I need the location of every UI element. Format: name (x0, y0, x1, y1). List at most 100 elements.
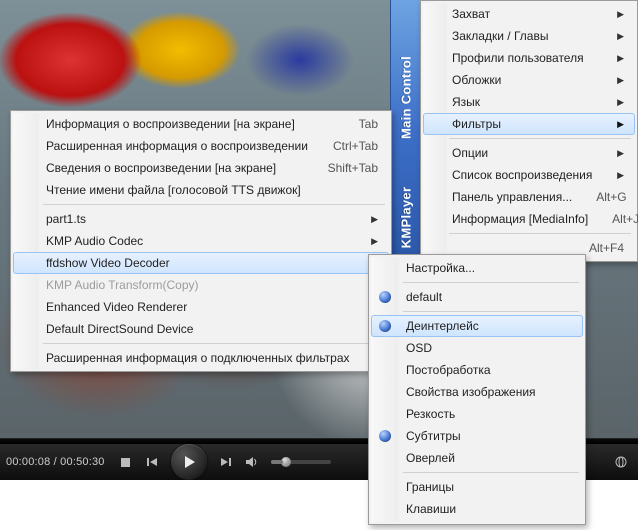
menu-item-сведения-о-воспроизведении-на-экране[interactable]: Сведения о воспроизведении [на экране] Sh… (13, 157, 389, 179)
viewport: 00:00:08 / 00:50:30 KMPlayer Main Contro… (0, 0, 638, 530)
submenu-arrow-icon: ▶ (617, 148, 624, 159)
menu-item-label: Расширенная информация о подключенных фи… (46, 351, 350, 365)
menu-item-границы[interactable]: Границы (371, 476, 583, 498)
menu-item-обложки[interactable]: Обложки ▶ (423, 69, 635, 91)
vert-label-main-control: Main Control (399, 56, 414, 139)
menu-item-список-воспроизведения[interactable]: Список воспроизведения ▶ (423, 164, 635, 186)
menu-item-фильтры[interactable]: Фильтры ▶ (423, 113, 635, 135)
radio-selected-icon (379, 320, 391, 332)
prev-button[interactable] (143, 453, 161, 471)
menu-item-постобработка[interactable]: Постобработка (371, 359, 583, 381)
menu-separator (403, 308, 583, 315)
menu-item-опции[interactable]: Опции▶ (423, 142, 635, 164)
menu-item-label: KMP Audio Codec (46, 234, 143, 248)
menu-item-клавиши[interactable]: Клавиши (371, 498, 583, 520)
menu-item-shortcut: Alt+J (612, 212, 638, 226)
play-button[interactable] (171, 444, 207, 480)
menu-item-label: Постобработка (406, 363, 491, 377)
menu-item-label: Клавиши (406, 502, 456, 516)
menu-item-label: Настройка... (406, 261, 475, 275)
menu-item-osd[interactable]: OSD (371, 337, 583, 359)
time-display: 00:00:08 / 00:50:30 (6, 456, 105, 468)
menu-item-shortcut: Alt+F4 (589, 241, 624, 255)
menu-item-деинтерлейс[interactable]: Деинтерлейс (371, 315, 583, 337)
menu-item-kmp-audio-codec[interactable]: KMP Audio Codec ▶ (13, 230, 389, 252)
menu-item-label: Закладки / Главы (452, 29, 548, 43)
menu-item-label: Свойства изображения (406, 385, 536, 399)
menu-item-панель-управления[interactable]: Панель управления... Alt+G (423, 186, 635, 208)
menu-item-label: Enhanced Video Renderer (46, 300, 187, 314)
context-menu-ffdshow[interactable]: Настройка... default Деинтерлейс OSD Постобр… (368, 254, 586, 525)
menu-item-расширенная-информация-о-воспроизведении[interactable]: Расширенная информация о воспроизведении… (13, 135, 389, 157)
menu-item-label: Резкость (406, 407, 455, 421)
menu-item-label: Информация о воспроизведении [на экране] (46, 117, 295, 131)
menu-item-свойства-изображения[interactable]: Свойства изображения (371, 381, 583, 403)
submenu-arrow-icon: ▶ (617, 31, 624, 42)
context-menu-filters-info[interactable]: Информация о воспроизведении [на экране]… (10, 110, 392, 372)
menu-item-label: Панель управления... (452, 190, 572, 204)
menu-item-чтение-имени-файла-голосовой-tts-движок[interactable]: Чтение имени файла [голосовой TTS движок… (13, 179, 389, 201)
menu-item-ffdshow-video-decoder[interactable]: ffdshow Video Decoder▶ (13, 252, 389, 274)
menu-item-part1-ts[interactable]: part1.ts ▶ (13, 208, 389, 230)
menu-item-label: Сведения о воспроизведении [на экране] (46, 161, 276, 175)
menu-item-label: ffdshow Video Decoder (46, 256, 170, 270)
radio-selected-icon (379, 291, 391, 303)
menu-item-label: Профили пользователя (452, 51, 584, 65)
menu-item-shortcut: Shift+Tab (328, 161, 378, 175)
vert-label-kmplayer: KMPlayer (399, 187, 414, 249)
submenu-arrow-icon: ▶ (617, 119, 624, 130)
menu-separator (43, 201, 389, 208)
submenu-arrow-icon: ▶ (617, 75, 624, 86)
submenu-arrow-icon: ▶ (371, 214, 378, 225)
menu-item-shortcut: Tab (359, 117, 378, 131)
radio-selected-icon (379, 430, 391, 442)
menu-item-захват[interactable]: Захват▶ (423, 3, 635, 25)
submenu-arrow-icon: ▶ (617, 170, 624, 181)
menu-item-shortcut: Ctrl+Tab (333, 139, 378, 153)
menu-item-информация-о-воспроизведении-на-экране[interactable]: Информация о воспроизведении [на экране]… (13, 113, 389, 135)
menu-item-субтитры[interactable]: Субтитры (371, 425, 583, 447)
menu-item-label: KMP Audio Transform(Copy) (46, 278, 199, 292)
menu-item-профили-пользователя[interactable]: Профили пользователя ▶ (423, 47, 635, 69)
stop-button[interactable] (117, 453, 135, 471)
menu-separator (403, 279, 583, 286)
extra-control-icon[interactable] (612, 453, 630, 471)
menu-item-язык[interactable]: Язык ▶ (423, 91, 635, 113)
menu-item-label: Обложки (452, 73, 501, 87)
menu-item-label: Субтитры (406, 429, 461, 443)
volume-slider[interactable] (271, 460, 331, 464)
menu-item-label: Список воспроизведения (452, 168, 592, 182)
menu-item-label: Расширенная информация о воспроизведении (46, 139, 308, 153)
menu-item-оверлей[interactable]: Оверлей (371, 447, 583, 469)
menu-item-закладки-главы[interactable]: Закладки / Главы ▶ (423, 25, 635, 47)
volume-icon[interactable] (243, 453, 261, 471)
menu-item-label: Информация [MediaInfo] (452, 212, 588, 226)
menu-item-информация-mediainfo[interactable]: Информация [MediaInfo] Alt+J (423, 208, 635, 230)
kmplayer-vertical-label: KMPlayer Main Control (390, 0, 422, 260)
volume-knob[interactable] (281, 457, 291, 467)
next-button[interactable] (217, 453, 235, 471)
menu-item-enhanced-video-renderer[interactable]: Enhanced Video Renderer▶ (13, 296, 389, 318)
menu-item-резкость[interactable]: Резкость (371, 403, 583, 425)
menu-item-default-directsound-device[interactable]: Default DirectSound Device▶ (13, 318, 389, 340)
menu-separator (43, 340, 389, 347)
menu-item-default[interactable]: default (371, 286, 583, 308)
menu-item-label: Default DirectSound Device (46, 322, 193, 336)
submenu-arrow-icon: ▶ (371, 236, 378, 247)
menu-separator (403, 469, 583, 476)
menu-item-label: Фильтры (452, 117, 501, 131)
menu-item-label: Язык (452, 95, 480, 109)
submenu-arrow-icon: ▶ (617, 97, 624, 108)
menu-separator (449, 135, 635, 142)
menu-item-расширенная-информация-о-подключенных-фи[interactable]: Расширенная информация о подключенных фи… (13, 347, 389, 369)
menu-item-label: default (406, 290, 442, 304)
menu-item-label: Оверлей (406, 451, 455, 465)
submenu-arrow-icon: ▶ (617, 53, 624, 64)
menu-separator (449, 230, 635, 237)
menu-item-shortcut: Alt+G (596, 190, 626, 204)
menu-item-label: Деинтерлейс (406, 319, 479, 333)
menu-item-настройка[interactable]: Настройка... (371, 257, 583, 279)
menu-item-label: part1.ts (46, 212, 86, 226)
context-menu-main[interactable]: Захват▶Закладки / Главы▶Профили пользова… (420, 0, 638, 262)
menu-item-label: OSD (406, 341, 432, 355)
